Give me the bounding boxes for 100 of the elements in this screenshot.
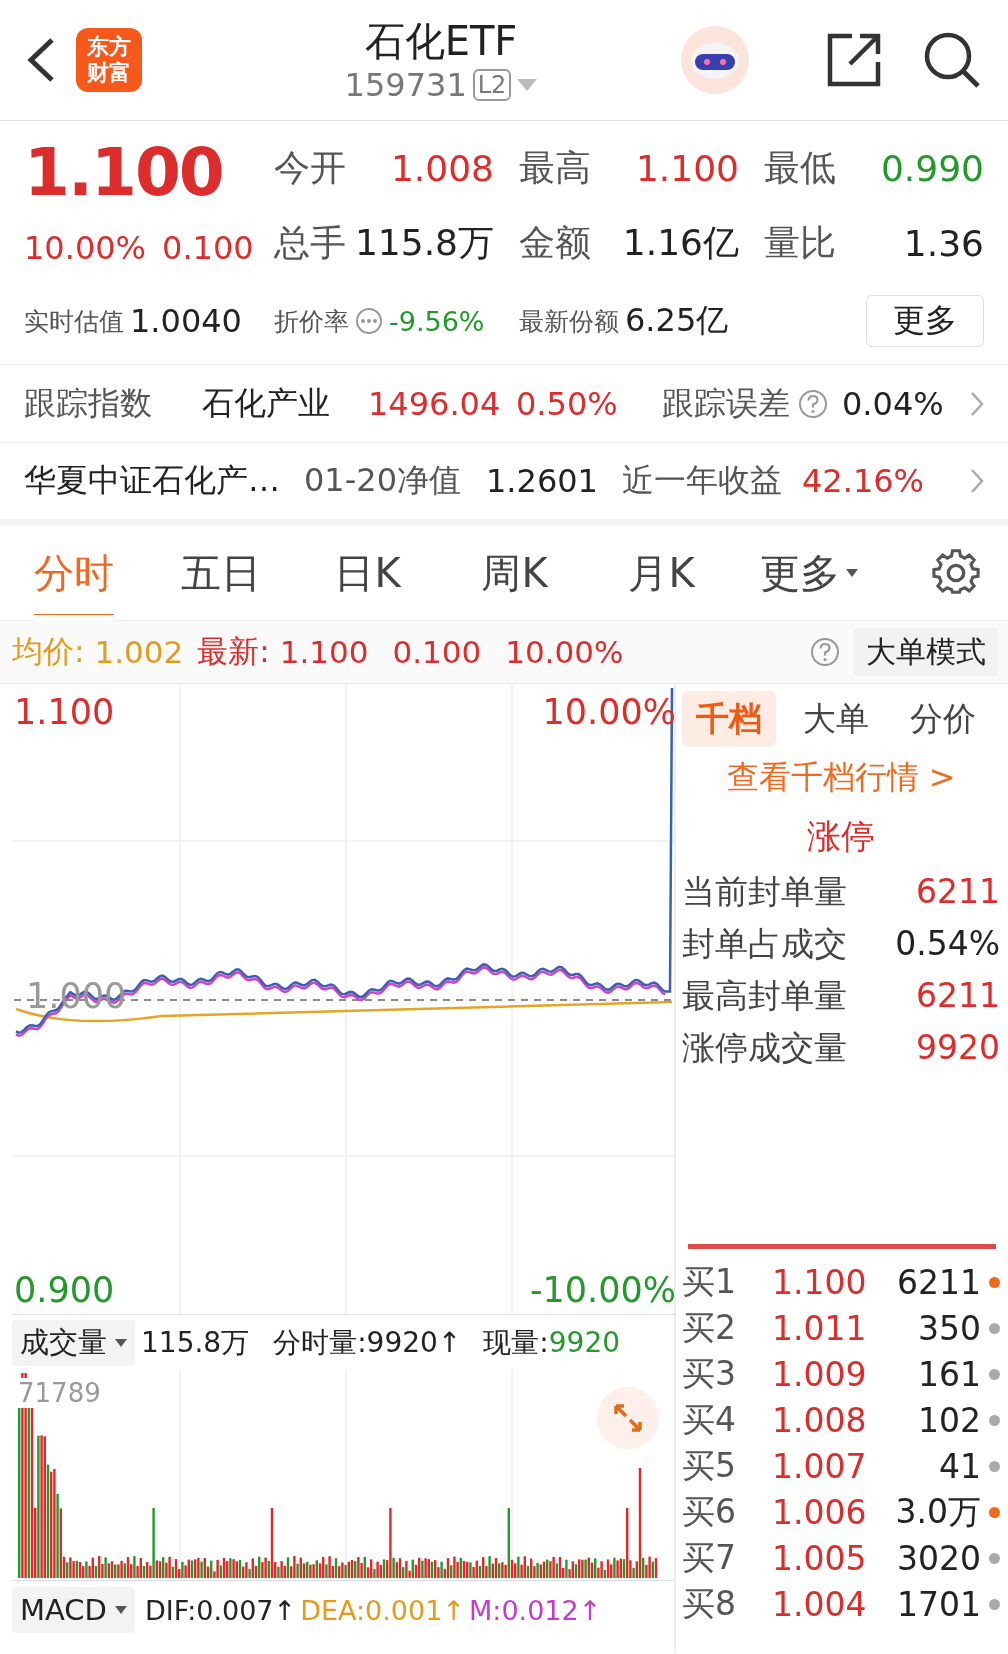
stat-value: 1.16亿 bbox=[622, 221, 739, 265]
change-percent: 10.00% bbox=[24, 229, 146, 267]
bid-level: 买5 bbox=[682, 1444, 737, 1487]
bid-volume: 350 bbox=[917, 1308, 981, 1348]
tracking-error-value: 0.04% bbox=[842, 384, 942, 423]
bid-price: 1.006 bbox=[772, 1492, 868, 1532]
app-logo: 东方 财富 bbox=[76, 28, 142, 92]
bid-price: 1.100 bbox=[772, 1262, 868, 1302]
stat-label: 最低 bbox=[764, 146, 836, 190]
more-info-icon[interactable] bbox=[355, 307, 383, 335]
axis-label: -10.00% bbox=[529, 1270, 676, 1310]
index-name: 石化产业 bbox=[202, 382, 331, 424]
average-price: 1.002 bbox=[94, 634, 184, 670]
chart-tab[interactable]: 周K bbox=[481, 525, 548, 621]
depth-tab[interactable]: 分价 bbox=[896, 691, 990, 747]
bid-volume: 6211 bbox=[896, 1262, 981, 1302]
bid-price: 1.007 bbox=[772, 1446, 868, 1486]
dea-value: DEA:0.001↑ bbox=[300, 1594, 465, 1626]
latest-change: 0.100 bbox=[392, 634, 482, 670]
bid-level: 买4 bbox=[682, 1398, 737, 1441]
estimate-label: 实时估值 bbox=[24, 305, 124, 338]
axis-label: 71789 bbox=[18, 1378, 101, 1408]
bid-volume: 102 bbox=[917, 1400, 981, 1440]
bid-volume: 3.0万 bbox=[894, 1490, 981, 1533]
bid-level: 买8 bbox=[682, 1582, 737, 1625]
settings-icon[interactable] bbox=[931, 549, 980, 597]
chart-tab[interactable]: 更多 bbox=[759, 525, 858, 621]
expand-icon[interactable] bbox=[596, 1386, 660, 1450]
bid-level: 买6 bbox=[682, 1490, 737, 1533]
limit-label: 涨停成交量 bbox=[682, 1027, 847, 1069]
bid-level: 买1 bbox=[682, 1260, 737, 1303]
search-icon[interactable] bbox=[922, 30, 982, 90]
depth-tab[interactable]: 大单 bbox=[789, 691, 883, 747]
volume-selector[interactable]: 成交量 bbox=[12, 1319, 135, 1366]
caret-icon[interactable] bbox=[845, 569, 858, 577]
chart-tab[interactable]: 月K bbox=[628, 525, 695, 621]
total-volume: 115.8万 bbox=[141, 1324, 250, 1361]
annual-return-label: 近一年收益 bbox=[622, 460, 783, 501]
bid-volume: 1701 bbox=[896, 1584, 981, 1624]
back-icon[interactable] bbox=[26, 37, 56, 83]
limit-value: 6211 bbox=[916, 871, 1000, 913]
bid-price: 1.005 bbox=[772, 1538, 868, 1578]
stat-value: 115.8万 bbox=[354, 221, 494, 265]
help-icon[interactable] bbox=[798, 388, 828, 419]
shares-label: 最新份额 bbox=[519, 305, 619, 338]
macd-value: M:0.012↑ bbox=[469, 1594, 602, 1626]
limit-label: 最高封单量 bbox=[682, 975, 847, 1017]
bid-level: 买7 bbox=[682, 1536, 737, 1579]
large-order-mode-button[interactable]: 大单模式 bbox=[854, 628, 998, 676]
stat-label: 量比 bbox=[764, 221, 836, 265]
axis-label: 0.900 bbox=[14, 1270, 115, 1310]
chart-tab[interactable]: 五日 bbox=[180, 525, 261, 621]
stat-label: 金额 bbox=[519, 221, 591, 265]
bid-volume: 3020 bbox=[896, 1538, 981, 1578]
bid-price: 1.009 bbox=[772, 1354, 868, 1394]
robot-icon[interactable] bbox=[680, 25, 750, 95]
latest-percent: 10.00% bbox=[505, 634, 624, 670]
stat-label: 总手 bbox=[274, 221, 346, 265]
limit-value: 0.54% bbox=[895, 923, 1000, 965]
bid-level: 买2 bbox=[682, 1306, 737, 1349]
nav-label: 01-20净值 bbox=[304, 460, 462, 501]
bid-volume: 41 bbox=[938, 1446, 981, 1486]
indicator-selector[interactable]: MACD bbox=[12, 1587, 135, 1633]
nav-value: 1.2601 bbox=[486, 462, 599, 500]
chart-tab[interactable]: 日K bbox=[334, 525, 401, 621]
current-price: 1.100 bbox=[24, 133, 224, 213]
stat-label: 最高 bbox=[519, 146, 591, 190]
caret-icon[interactable] bbox=[114, 1606, 127, 1614]
stat-label: 今开 bbox=[274, 146, 346, 190]
help-icon[interactable] bbox=[810, 637, 840, 667]
period-volume: 分时量:9920↑ bbox=[273, 1324, 462, 1361]
fund-name: 华夏中证石化产… bbox=[24, 460, 281, 501]
shares-value: 6.25亿 bbox=[625, 300, 729, 341]
bid-volume: 161 bbox=[917, 1354, 981, 1394]
level-badge: L2 bbox=[472, 69, 512, 101]
limit-value: 6211 bbox=[916, 975, 1000, 1017]
estimate-value: 1.0040 bbox=[130, 302, 242, 340]
bid-level: 买3 bbox=[682, 1352, 737, 1395]
caret-icon[interactable] bbox=[115, 1338, 127, 1347]
bid-price: 1.004 bbox=[772, 1584, 868, 1624]
latest-price: 1.100 bbox=[279, 634, 369, 670]
annual-return-value: 42.16% bbox=[802, 462, 924, 500]
current-volume-label: 现量: bbox=[483, 1324, 549, 1361]
stat-value: 0.990 bbox=[880, 148, 984, 189]
stock-title: 石化ETF bbox=[364, 17, 518, 66]
limit-value: 9920 bbox=[916, 1027, 1000, 1069]
current-volume: 9920 bbox=[548, 1326, 621, 1359]
tracking-error-label: 跟踪误差 bbox=[662, 382, 790, 424]
index-value: 1496.04 bbox=[368, 384, 502, 423]
limit-label: 封单占成交 bbox=[682, 923, 847, 965]
bid-price: 1.011 bbox=[772, 1308, 868, 1348]
index-label: 跟踪指数 bbox=[24, 382, 153, 424]
dif-value: DIF:0.007↑ bbox=[144, 1594, 297, 1626]
stat-value: 1.100 bbox=[635, 148, 739, 189]
latest-label: 最新: bbox=[197, 632, 270, 671]
more-button[interactable]: 更多 bbox=[866, 295, 984, 347]
discount-label: 折价率 bbox=[274, 305, 349, 338]
discount-value: -9.56% bbox=[389, 305, 485, 337]
change-amount: 0.100 bbox=[162, 229, 254, 267]
limit-up-title: 涨停 bbox=[806, 815, 876, 858]
